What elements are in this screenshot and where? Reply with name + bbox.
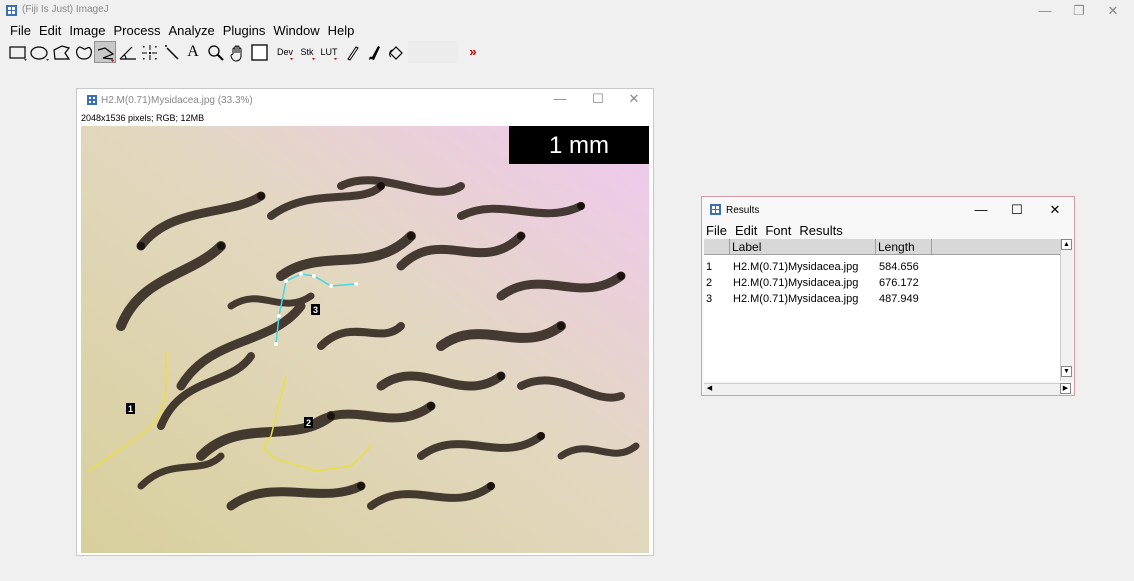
row-label: H2.M(0.71)Mysidacea.jpg [733,277,859,289]
results-menu-results[interactable]: Results [795,223,846,238]
row-length: 487.949 [879,293,919,305]
image-window-icon [87,95,97,105]
empty-header [932,239,1060,255]
menu-plugins[interactable]: Plugins [219,22,270,40]
roi-label-1: 1 [128,404,133,414]
image-maximize-button[interactable]: ☐ [583,90,613,108]
label-column-header[interactable]: Label [730,239,876,255]
menu-bar: File Edit Image Process Analyze Plugins Window… [0,22,358,40]
row-index: 3 [706,293,713,305]
vertical-scrollbar[interactable]: ▲ ▼ [1060,239,1073,381]
microscopy-image: 1 mm 1 2 3 [81,126,649,553]
results-table[interactable]: Label Length 1 H2.M(0.71)Mysidacea.jpg 5… [704,239,1060,381]
app-title: (Fiji Is Just) ImageJ [22,4,109,15]
segmented-line-tool-icon[interactable] [94,41,116,63]
results-maximize-button[interactable]: ☐ [1002,201,1032,219]
lut-menu-icon[interactable]: LUT [318,41,340,63]
menu-process[interactable]: Process [110,22,165,40]
brush-tool-icon[interactable] [362,41,384,63]
angle-tool-icon[interactable] [116,41,138,63]
text-tool-icon[interactable]: A [182,41,204,63]
results-menu-file[interactable]: File [706,223,731,238]
blank-tool-slot [408,41,458,63]
image-canvas[interactable]: 1 mm 1 2 3 [81,126,649,553]
row-index: 1 [706,261,713,273]
polygon-tool-icon[interactable] [50,41,72,63]
rectangle-tool-icon[interactable] [6,41,28,63]
row-label: H2.M(0.71)Mysidacea.jpg [733,293,859,305]
minimize-button[interactable]: — [1030,2,1060,20]
roi-label-2: 2 [306,418,311,428]
results-minimize-button[interactable]: — [966,201,996,219]
image-window-title: H2.M(0.71)Mysidacea.jpg (33.3%) [101,95,253,106]
image-close-button[interactable]: ✕ [619,90,649,108]
scroll-left-arrow-icon[interactable]: ◀ [704,384,715,395]
menu-image[interactable]: Image [65,22,109,40]
scroll-up-arrow-icon[interactable]: ▲ [1061,239,1072,250]
dev-menu-icon[interactable]: Dev [274,41,296,63]
menu-edit[interactable]: Edit [35,22,65,40]
menu-window[interactable]: Window [269,22,323,40]
image-info: 2048x1536 pixels; RGB; 12MB [81,113,205,123]
index-header [704,239,730,255]
more-tools-label: » [469,44,477,59]
results-window: Results — ☐ ✕ File Edit Font Results Label … [701,196,1075,396]
row-length: 584.656 [879,261,919,273]
hand-tool-icon[interactable] [226,41,248,63]
length-column-header[interactable]: Length [876,239,932,255]
flood-fill-tool-icon[interactable] [384,41,406,63]
main-title-bar: (Fiji Is Just) ImageJ — ❐ ✕ [0,0,1134,22]
magnifier-tool-icon[interactable] [204,41,226,63]
close-button[interactable]: ✕ [1098,2,1128,20]
maximize-button[interactable]: ❐ [1064,2,1094,20]
results-menu-font[interactable]: Font [761,223,795,238]
row-label: H2.M(0.71)Mysidacea.jpg [733,261,859,273]
menu-file[interactable]: File [0,22,35,40]
freehand-tool-icon[interactable] [72,41,94,63]
more-tools-icon[interactable]: » [462,41,484,63]
horizontal-scrollbar[interactable]: ◀ [704,383,1060,395]
image-minimize-button[interactable]: — [545,90,575,108]
results-close-button[interactable]: ✕ [1040,201,1070,219]
color-picker-tool-icon[interactable] [248,41,270,63]
oval-tool-icon[interactable] [28,41,50,63]
scale-bar-label: 1 mm [549,132,609,159]
fiji-app-icon [6,5,17,16]
results-menu-bar: File Edit Font Results [706,223,847,238]
row-length: 676.172 [879,277,919,289]
stk-menu-icon[interactable]: Stk [296,41,318,63]
menu-help[interactable]: Help [324,22,359,40]
text-tool-label: A [187,43,199,60]
row-index: 2 [706,277,713,289]
point-tool-icon[interactable] [138,41,160,63]
menu-analyze[interactable]: Analyze [164,22,218,40]
results-window-icon [710,204,721,215]
roi-label-3: 3 [313,305,318,315]
results-title: Results [726,205,760,216]
scroll-right-arrow-icon[interactable]: ▶ [1060,383,1071,394]
wand-tool-icon[interactable] [160,41,182,63]
pencil-tool-icon[interactable] [340,41,362,63]
scroll-down-arrow-icon[interactable]: ▼ [1061,366,1072,377]
results-menu-edit[interactable]: Edit [731,223,761,238]
image-window: H2.M(0.71)Mysidacea.jpg (33.3%) — ☐ ✕ 20… [76,88,654,556]
